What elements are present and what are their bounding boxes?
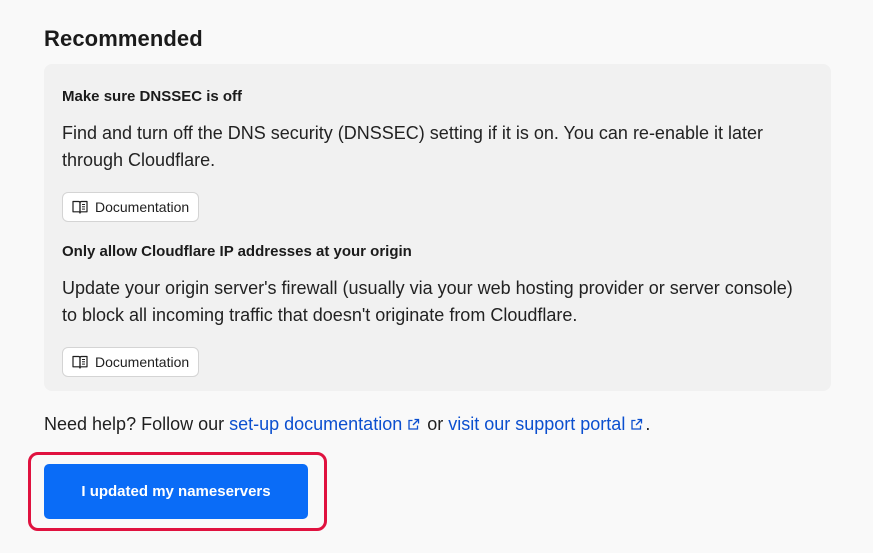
help-suffix: . <box>645 414 651 434</box>
recommendation-title: Make sure DNSSEC is off <box>62 88 243 105</box>
documentation-button[interactable]: Documentation <box>62 192 200 222</box>
setup-documentation-link[interactable]: set-up documentation <box>229 414 422 434</box>
help-middle: or <box>422 414 449 434</box>
recommendation-item: Only allow Cloudflare IP addresses at yo… <box>62 243 813 377</box>
documentation-button-label: Documentation <box>95 199 190 215</box>
updated-nameservers-button[interactable]: I updated my nameservers <box>44 464 308 519</box>
page: Recommended Make sure DNSSEC is off Find… <box>0 0 873 553</box>
help-text: Need help? Follow our set-up documentati… <box>44 412 650 437</box>
setup-documentation-link-label: set-up documentation <box>229 414 403 434</box>
help-prefix: Need help? Follow our <box>44 414 230 434</box>
support-portal-link-label: visit our support portal <box>448 414 626 434</box>
book-icon <box>72 200 88 214</box>
book-icon <box>72 355 88 369</box>
documentation-button[interactable]: Documentation <box>62 347 200 377</box>
recommendations-panel: Make sure DNSSEC is off Find and turn of… <box>44 64 831 391</box>
external-link-icon <box>630 413 643 437</box>
section-title: Recommended <box>44 26 203 51</box>
support-portal-link[interactable]: visit our support portal <box>448 414 645 434</box>
recommendation-body: Update your origin server's firewall (us… <box>62 278 793 325</box>
recommendation-body: Find and turn off the DNS security (DNSS… <box>62 123 764 170</box>
external-link-icon <box>407 413 420 437</box>
recommendation-item: Make sure DNSSEC is off Find and turn of… <box>62 88 813 222</box>
documentation-button-label: Documentation <box>95 354 190 370</box>
recommendation-title: Only allow Cloudflare IP addresses at yo… <box>62 243 412 260</box>
